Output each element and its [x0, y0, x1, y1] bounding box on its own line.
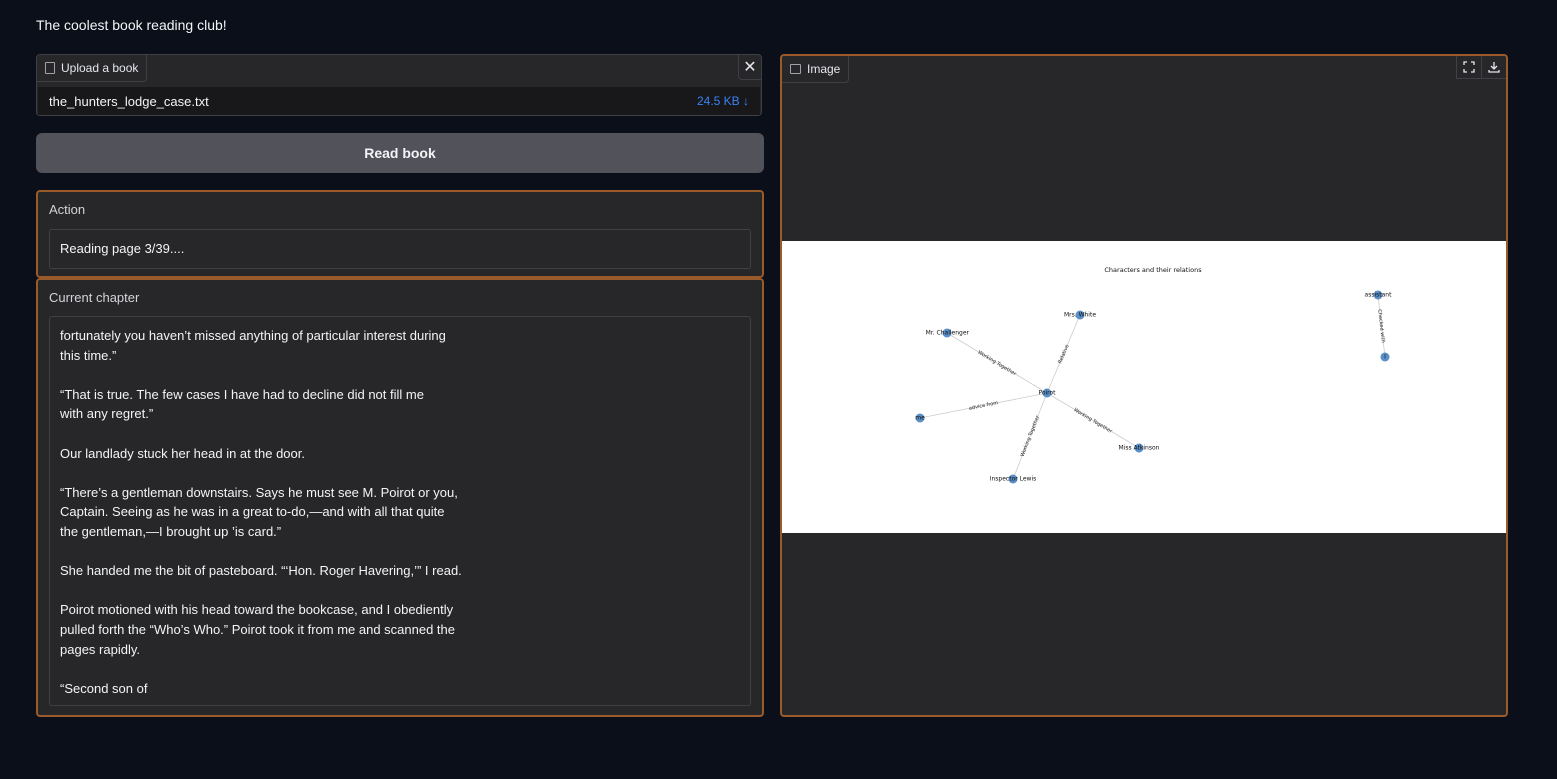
- graph-node-label: Mr. Challenger: [926, 330, 970, 337]
- chapter-panel: Current chapter fortunately you haven’t …: [36, 278, 764, 717]
- relations-graph: Characters and their relations Relative W…: [782, 241, 1506, 533]
- action-label: Action: [49, 202, 86, 217]
- close-icon: ✕: [743, 59, 757, 76]
- graph-edge-label: Checked with: [1376, 309, 1386, 343]
- download-button[interactable]: [1481, 56, 1506, 79]
- graph-node-label: Poirot: [1038, 390, 1056, 397]
- chapter-textbox[interactable]: fortunately you haven’t missed anything …: [49, 316, 751, 706]
- upload-label: Upload a book: [37, 55, 148, 82]
- download-icon: [1488, 62, 1500, 73]
- clear-file-button[interactable]: ✕: [738, 55, 761, 80]
- graph-node-label: assistant: [1365, 292, 1393, 299]
- graph-node-label: Inspector Lewis: [990, 476, 1037, 483]
- app-title: The coolest book reading club!: [36, 17, 227, 33]
- graph-edge-label: Working Together: [976, 350, 1017, 378]
- graph-node-label: me: [915, 415, 925, 422]
- image-toolbar: [1456, 56, 1506, 79]
- image-label: Image: [782, 56, 850, 83]
- graph-node-label: I: [1384, 354, 1386, 361]
- file-download-link[interactable]: 24.5 KB ↓: [697, 94, 749, 108]
- uploaded-file-row: the_hunters_lodge_case.txt 24.5 KB ↓: [38, 87, 760, 115]
- read-book-button[interactable]: Read book: [36, 133, 764, 173]
- graph-title: Characters and their relations: [1104, 266, 1202, 274]
- file-upload[interactable]: Upload a book ✕ the_hunters_lodge_case.t…: [36, 54, 762, 116]
- image-panel: Image Characters and their relations Rel…: [780, 54, 1508, 717]
- graph-edge-label: advice from: [968, 400, 998, 412]
- file-icon: [45, 62, 55, 74]
- fullscreen-button[interactable]: [1456, 56, 1481, 79]
- chapter-label: Current chapter: [49, 290, 140, 305]
- graph-edge-label: Working Together: [1072, 407, 1113, 435]
- image-label-text: Image: [807, 62, 841, 76]
- action-textbox[interactable]: Reading page 3/39....: [49, 229, 751, 269]
- file-name: the_hunters_lodge_case.txt: [49, 93, 209, 109]
- action-panel: Action Reading page 3/39....: [36, 190, 764, 278]
- graph-node-label: Mrs. White: [1064, 312, 1096, 319]
- graph-svg: Characters and their relations Relative W…: [915, 266, 1393, 484]
- graph-edge-label: Working Together: [1020, 414, 1042, 458]
- chapter-text: fortunately you haven’t missed anything …: [60, 328, 462, 696]
- graph-edge-label: Relative: [1057, 344, 1070, 365]
- image-icon: [790, 64, 801, 74]
- upload-label-text: Upload a book: [61, 61, 139, 75]
- graph-node-label: Miss Atkinson: [1119, 445, 1160, 452]
- fullscreen-icon: [1463, 61, 1475, 73]
